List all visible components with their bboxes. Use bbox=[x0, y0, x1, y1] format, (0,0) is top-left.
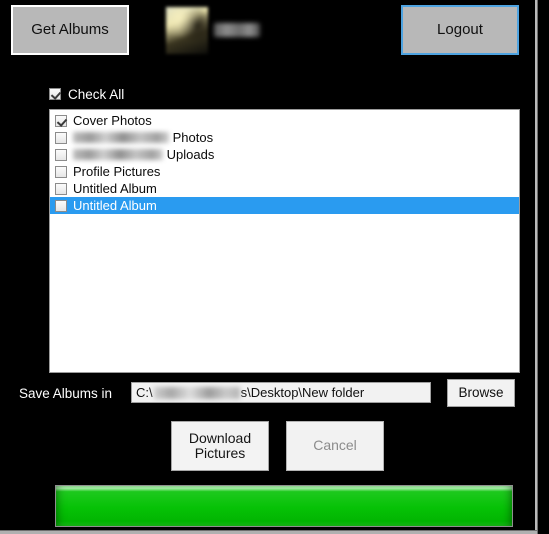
album-label: Untitled Album bbox=[73, 198, 157, 213]
list-item[interactable]: Uploads bbox=[50, 146, 519, 163]
window-outer-gap bbox=[538, 0, 549, 534]
profile-photo-icon bbox=[166, 6, 208, 54]
album-checkbox[interactable] bbox=[55, 182, 67, 195]
progress-fill bbox=[56, 486, 512, 526]
album-label: Photos bbox=[73, 130, 213, 145]
download-progress-bar bbox=[55, 485, 513, 527]
redacted-text bbox=[73, 149, 163, 160]
album-label-text: Photos bbox=[172, 130, 214, 145]
check-all-label: Check All bbox=[68, 86, 125, 102]
check-all-checkbox[interactable] bbox=[49, 88, 61, 100]
check-all-row[interactable]: Check All bbox=[49, 85, 124, 103]
album-label: Uploads bbox=[73, 147, 214, 162]
redacted-username bbox=[153, 386, 240, 399]
redacted-text bbox=[73, 132, 169, 143]
list-item[interactable]: Photos bbox=[50, 129, 519, 146]
logout-button[interactable]: Logout bbox=[401, 5, 519, 55]
list-item[interactable]: Profile Pictures bbox=[50, 163, 519, 180]
album-label: Untitled Album bbox=[73, 181, 157, 196]
get-albums-label: Get Albums bbox=[31, 20, 109, 38]
profile-badge bbox=[166, 5, 286, 55]
album-checkbox[interactable] bbox=[55, 148, 67, 161]
save-path-prefix: C:\ bbox=[136, 385, 153, 400]
app-window: Get Albums Logout Check All Cover Photos… bbox=[0, 0, 549, 534]
album-checkbox[interactable] bbox=[55, 199, 67, 212]
list-item[interactable]: Untitled Album bbox=[50, 180, 519, 197]
album-checkbox[interactable] bbox=[55, 165, 67, 178]
cancel-label: Cancel bbox=[313, 437, 357, 454]
profile-name-label bbox=[214, 23, 260, 37]
logout-label: Logout bbox=[437, 20, 483, 38]
album-checkbox[interactable] bbox=[55, 131, 67, 144]
browse-button[interactable]: Browse bbox=[447, 379, 515, 407]
download-pictures-button[interactable]: Download Pictures bbox=[171, 421, 269, 471]
album-checkbox[interactable] bbox=[55, 114, 67, 127]
download-line1: Download bbox=[188, 429, 252, 446]
list-item[interactable]: Untitled Album bbox=[50, 197, 519, 214]
cancel-button: Cancel bbox=[286, 421, 384, 471]
album-label: Cover Photos bbox=[73, 113, 152, 128]
save-path-input[interactable]: C:\ s\Desktop\New folder bbox=[131, 382, 431, 403]
save-path-suffix: s\Desktop\New folder bbox=[240, 385, 365, 400]
album-listbox[interactable]: Cover Photos Photos Uploads Profile Pict… bbox=[49, 109, 520, 373]
window-border-right bbox=[535, 0, 537, 534]
album-label-text: Uploads bbox=[166, 147, 215, 162]
browse-label: Browse bbox=[458, 384, 504, 400]
album-label: Profile Pictures bbox=[73, 164, 161, 179]
list-item[interactable]: Cover Photos bbox=[50, 112, 519, 129]
save-albums-label: Save Albums in bbox=[19, 386, 113, 401]
download-line2: Pictures bbox=[194, 445, 246, 461]
get-albums-button[interactable]: Get Albums bbox=[11, 5, 129, 55]
